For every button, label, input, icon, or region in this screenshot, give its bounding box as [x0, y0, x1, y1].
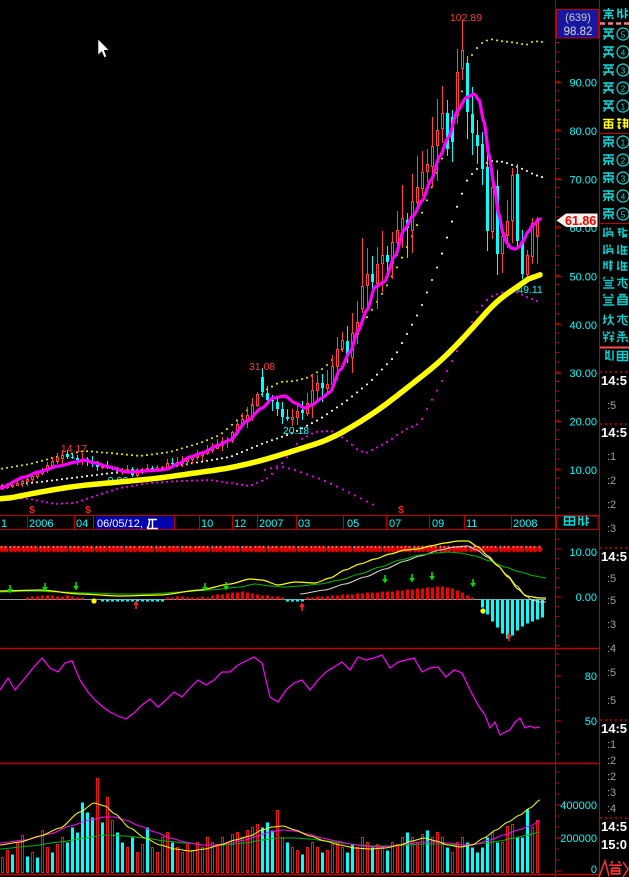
svg-text::1: :1: [607, 739, 616, 751]
svg-text:3: 3: [621, 175, 626, 184]
svg-text:2: 2: [621, 157, 626, 166]
svg-text:5: 5: [621, 31, 626, 40]
svg-text:10.00: 10.00: [569, 547, 597, 559]
svg-text::5: :5: [607, 595, 616, 607]
svg-text:09: 09: [432, 518, 444, 530]
svg-text:03: 03: [298, 518, 310, 530]
svg-text::3: :3: [607, 619, 616, 631]
svg-text:2: 2: [621, 85, 626, 94]
svg-text:0.00: 0.00: [576, 592, 597, 604]
svg-text::5: :5: [607, 667, 616, 679]
svg-text:12: 12: [234, 518, 246, 530]
svg-text:$: $: [29, 505, 35, 516]
svg-text:$: $: [85, 505, 91, 516]
svg-text:30.00: 30.00: [569, 368, 597, 380]
svg-text:50.00: 50.00: [569, 271, 597, 283]
svg-text::5: :5: [607, 400, 616, 412]
svg-text:31.08: 31.08: [249, 361, 275, 373]
svg-text:50: 50: [585, 716, 597, 728]
svg-text:400000: 400000: [560, 800, 597, 812]
svg-text:14:5: 14:5: [601, 425, 627, 440]
svg-text::1: :1: [607, 451, 616, 463]
svg-text:(639): (639): [565, 12, 591, 24]
svg-text:14:5: 14:5: [601, 721, 627, 736]
svg-text:20.18: 20.18: [283, 425, 309, 437]
svg-text::3: :3: [607, 523, 616, 535]
svg-text:2006: 2006: [29, 518, 53, 530]
svg-text:14.17: 14.17: [61, 443, 87, 455]
svg-text::3: :3: [607, 787, 616, 799]
svg-text:61.86: 61.86: [565, 214, 596, 228]
svg-text:14:5: 14:5: [601, 373, 627, 388]
svg-text::2: :2: [607, 771, 616, 783]
svg-text:10.00: 10.00: [569, 465, 597, 477]
svg-text:2008: 2008: [513, 518, 537, 530]
svg-text:90.00: 90.00: [569, 78, 597, 90]
svg-text:70.00: 70.00: [569, 175, 597, 187]
svg-text:3: 3: [621, 67, 626, 76]
svg-text::2: :2: [607, 475, 616, 487]
svg-text:40.00: 40.00: [569, 320, 597, 332]
svg-text::4: :4: [607, 643, 616, 655]
svg-text:05: 05: [347, 518, 359, 530]
svg-text:80: 80: [585, 671, 597, 683]
svg-text:98.82: 98.82: [564, 26, 593, 38]
svg-text:$: $: [398, 505, 404, 516]
svg-text::2: :2: [607, 755, 616, 767]
svg-text:06/05/12,: 06/05/12,: [97, 518, 143, 530]
svg-text:200000: 200000: [560, 833, 597, 845]
svg-text::2: :2: [607, 499, 616, 511]
svg-text:10: 10: [201, 518, 213, 530]
svg-text::5: :5: [607, 573, 616, 585]
svg-text:04: 04: [76, 518, 88, 530]
svg-text::4: :4: [607, 803, 616, 815]
svg-text:11: 11: [466, 518, 477, 530]
svg-text::5: :5: [607, 695, 616, 707]
svg-text:1: 1: [621, 103, 626, 112]
svg-text:14:5: 14:5: [601, 549, 627, 564]
svg-text:80.00: 80.00: [569, 126, 597, 138]
svg-text:5: 5: [621, 211, 626, 220]
svg-text:2007: 2007: [259, 518, 283, 530]
svg-text:0: 0: [591, 864, 597, 876]
svg-text:15:0: 15:0: [601, 837, 627, 852]
svg-text:07: 07: [389, 518, 401, 530]
svg-text:4: 4: [621, 193, 626, 202]
svg-text:1: 1: [621, 139, 626, 148]
svg-text:102.89: 102.89: [450, 12, 482, 24]
svg-text:1: 1: [1, 518, 7, 530]
svg-text:20.00: 20.00: [569, 417, 597, 429]
svg-text:4: 4: [621, 49, 626, 58]
svg-text:14:5: 14:5: [601, 819, 627, 834]
